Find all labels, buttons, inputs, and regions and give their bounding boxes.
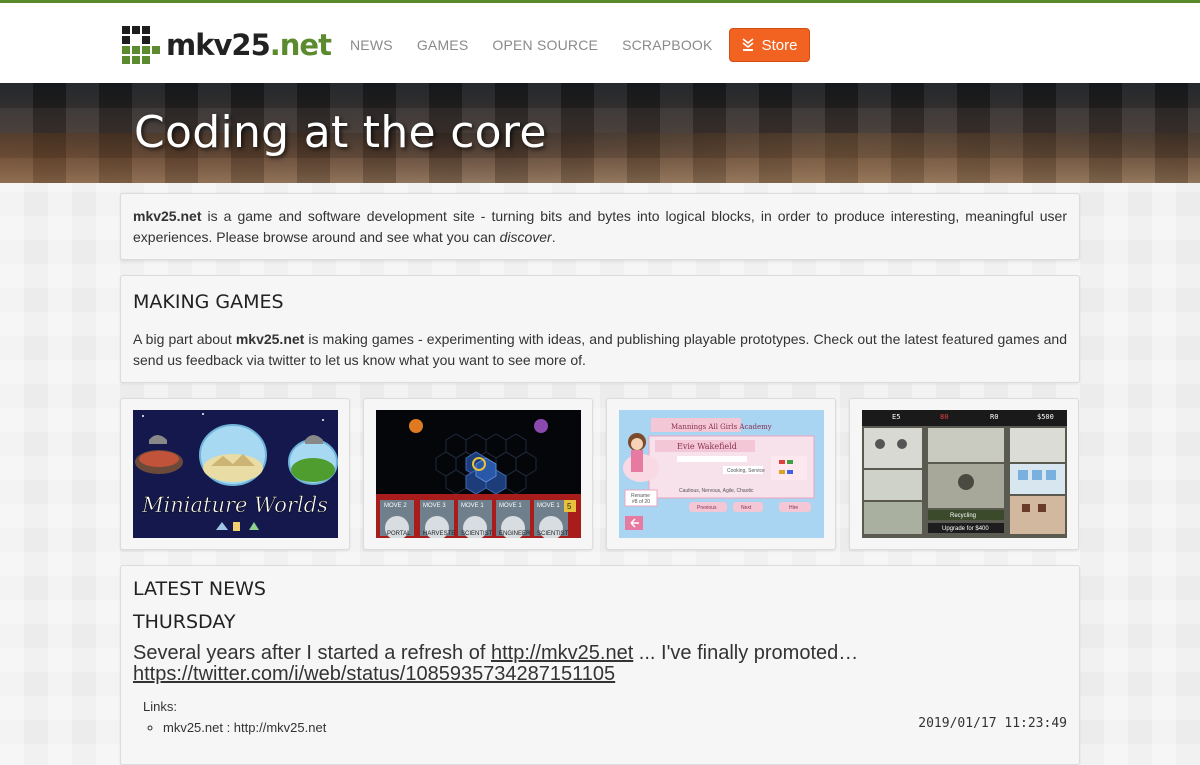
store-icon (742, 38, 754, 51)
site-header: mkv25.net NEWS GAMES OPEN SOURCE SCRAPBO… (0, 3, 1200, 83)
latest-news-title: LATEST NEWS (133, 578, 266, 600)
news-link-twitter[interactable]: https://twitter.com/i/web/status/1085935… (133, 663, 615, 685)
stat-energy: E5 (892, 413, 900, 421)
move-label: MOVE 1 (499, 503, 522, 509)
site-logo[interactable]: mkv25.net (122, 23, 332, 67)
store-button[interactable]: Store (729, 28, 810, 62)
store-label: Store (761, 36, 798, 54)
previous-button-label: Previous (697, 505, 717, 511)
nav-scrapbook[interactable]: SCRAPBOOK (622, 37, 713, 53)
academy-title: Mannings All Girls Academy (671, 423, 772, 431)
hero-banner: Coding at the core (0, 83, 1200, 183)
news-timestamp: 2019/01/17 11:23:49 (918, 716, 1067, 731)
making-games-text: A big part about mkv25.net is making gam… (133, 331, 1067, 368)
nav-open-source[interactable]: OPEN SOURCE (492, 37, 598, 53)
candidate-skills: Cooking, Service (727, 468, 765, 474)
banner-title: Coding at the core (134, 107, 547, 158)
intro-text: mkv25.net is a game and software develop… (133, 208, 1067, 245)
unit-label: SCIENTIST (461, 531, 493, 537)
nav-news[interactable]: NEWS (350, 37, 393, 53)
unit-label: SCIENTIST (537, 531, 569, 537)
hire-button-label: Hire (789, 505, 798, 511)
news-headline: Several years after I started a refresh … (133, 642, 859, 685)
game-thumbnail[interactable]: Mannings All Girls Academy Evie Wakefiel… (619, 410, 824, 538)
game-card-hex-strategy[interactable]: MOVE 2 MOVE 3 MOVE 1 MOVE 1 MOVE 1 PORTA… (363, 398, 593, 550)
making-games-title: MAKING GAMES (133, 291, 284, 313)
upgrade-label: Upgrade for $400 (942, 526, 989, 532)
logo-text: mkv25.net (166, 28, 332, 62)
game-thumbnail[interactable]: MOVE 2 MOVE 3 MOVE 1 MOVE 1 MOVE 1 PORTA… (376, 410, 581, 538)
move-label: MOVE 2 (384, 503, 407, 509)
nav-games[interactable]: GAMES (417, 37, 469, 53)
game-card-factory[interactable]: E5 80 R0 $500 Recycling Upgrade for $400 (849, 398, 1079, 550)
move-label: MOVE 1 (537, 503, 560, 509)
game-card-academy[interactable]: Mannings All Girls Academy Evie Wakefiel… (606, 398, 836, 550)
logo-icon (122, 26, 160, 64)
candidate-name: Evie Wakefield (677, 442, 737, 451)
game-title-text: Miniature Worlds (141, 493, 328, 517)
next-button-label: Next (741, 505, 752, 511)
unit-label: HARVESTE (423, 531, 455, 537)
move-label: MOVE 3 (423, 503, 446, 509)
game-thumbnail[interactable]: E5 80 R0 $500 Recycling Upgrade for $400 (862, 410, 1067, 538)
news-links-list: mkv25.net : http://mkv25.net (143, 718, 326, 738)
move-label: MOVE 1 (461, 503, 484, 509)
news-day: THURSDAY (133, 611, 236, 633)
move-badge: 5 (567, 502, 572, 511)
stat-research: R0 (990, 413, 998, 421)
unit-label: PORTAL (387, 531, 411, 537)
game-card-miniature-worlds[interactable]: Miniature Worlds (120, 398, 350, 550)
news-link-mkv25[interactable]: http://mkv25.net (491, 642, 633, 664)
links-label: Links: (143, 699, 177, 714)
stat-supply: 80 (940, 413, 948, 421)
intro-card: mkv25.net is a game and software develop… (120, 193, 1080, 260)
candidate-index: #8 of 20 (632, 499, 650, 505)
making-games-card: MAKING GAMES A big part about mkv25.net … (120, 275, 1080, 383)
latest-news-card: LATEST NEWS THURSDAY Several years after… (120, 565, 1080, 765)
room-label: Recycling (950, 513, 976, 519)
list-item[interactable]: mkv25.net : http://mkv25.net (163, 718, 326, 738)
game-thumbnail[interactable]: Miniature Worlds (133, 410, 338, 538)
main-nav: NEWS GAMES OPEN SOURCE SCRAPBOOK (350, 37, 737, 53)
unit-label: ENGINEER (499, 531, 531, 537)
stat-money: $500 (1037, 413, 1054, 421)
candidate-traits: Cautious, Nervous, Agile, Chaotic (679, 488, 754, 494)
